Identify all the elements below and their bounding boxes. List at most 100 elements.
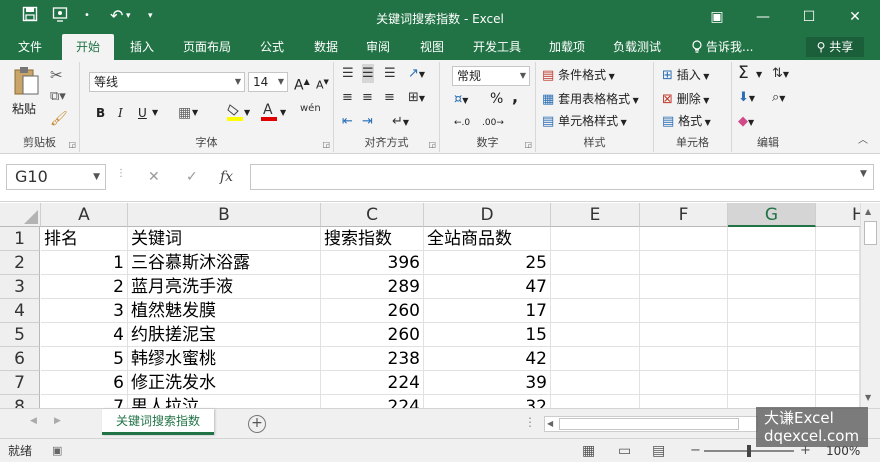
cell-a4[interactable]: 3 — [41, 299, 128, 323]
insert-function-icon[interactable]: fx — [220, 164, 233, 190]
cell-styles-button[interactable]: ▤ 单元格样式 ▼ — [542, 112, 627, 132]
macro-record-icon[interactable]: ▣ — [52, 439, 62, 463]
cut-icon[interactable]: ✂ — [50, 66, 63, 84]
merge-center-icon[interactable]: ⊞▼ — [408, 88, 425, 108]
grow-font-button[interactable]: A▲ — [294, 73, 310, 95]
cell-e2[interactable] — [551, 251, 640, 275]
phonetic-button[interactable]: wén — [300, 100, 321, 118]
zoom-slider-thumb[interactable] — [747, 445, 751, 457]
row-header-1[interactable]: 1 — [0, 227, 40, 251]
format-painter-icon[interactable]: 🖌 — [50, 110, 68, 128]
underline-button[interactable]: U — [138, 104, 147, 122]
tab-view[interactable]: 视图 — [412, 34, 452, 60]
cell-h4[interactable] — [816, 299, 860, 323]
clear-icon[interactable]: ◆▼ — [738, 112, 754, 132]
cancel-icon[interactable]: ✕ — [148, 164, 160, 190]
cell-a3[interactable]: 2 — [41, 275, 128, 299]
page-layout-view-icon[interactable]: ▭ — [618, 439, 631, 463]
cell-g7[interactable] — [728, 371, 816, 395]
close-button[interactable]: ✕ — [838, 6, 872, 28]
borders-dropdown-icon[interactable]: ▼ — [192, 104, 198, 122]
horizontal-scrollbar[interactable]: ◀ — [544, 416, 758, 432]
cell-c1[interactable]: 搜索指数 — [321, 227, 424, 251]
italic-button[interactable]: I — [118, 104, 123, 122]
font-launcher-icon[interactable]: ◲ — [322, 140, 330, 149]
cell-f8[interactable] — [640, 395, 728, 408]
cell-b5[interactable]: 约肤搓泥宝 — [128, 323, 321, 347]
sort-filter-icon[interactable]: ⇅▼ — [772, 64, 789, 84]
font-color-icon[interactable]: A — [260, 100, 278, 127]
autosum-dropdown-icon[interactable]: ▼ — [756, 66, 762, 84]
cell-d2[interactable]: 25 — [424, 251, 551, 275]
cell-a2[interactable]: 1 — [41, 251, 128, 275]
cell-e8[interactable] — [551, 395, 640, 408]
tab-split-grip-icon[interactable]: ⋮ — [524, 415, 536, 429]
align-bottom-icon[interactable]: ☰ — [384, 64, 396, 83]
fill-color-icon[interactable] — [226, 102, 244, 127]
cell-c2[interactable]: 396 — [321, 251, 424, 275]
align-left-icon[interactable]: ≡ — [342, 88, 353, 107]
share-button[interactable]: ⚲ 共享 — [806, 37, 864, 57]
cell-e3[interactable] — [551, 275, 640, 299]
col-header-h[interactable]: H — [816, 203, 860, 227]
cell-e1[interactable] — [551, 227, 640, 251]
cell-d6[interactable]: 42 — [424, 347, 551, 371]
cell-c5[interactable]: 260 — [321, 323, 424, 347]
select-all-corner[interactable] — [0, 203, 41, 227]
enter-icon[interactable]: ✓ — [186, 164, 198, 190]
cell-b1[interactable]: 关键词 — [128, 227, 321, 251]
shrink-font-button[interactable]: A▼ — [316, 73, 329, 95]
cell-f7[interactable] — [640, 371, 728, 395]
scroll-up-icon[interactable]: ▲ — [865, 207, 871, 216]
h-scroll-thumb[interactable] — [559, 418, 739, 430]
paste-icon[interactable] — [12, 66, 40, 101]
font-size-dropdown[interactable]: 14 ▼ — [248, 72, 288, 92]
col-header-a[interactable]: A — [41, 203, 128, 227]
cell-e4[interactable] — [551, 299, 640, 323]
font-color-dropdown-icon[interactable]: ▼ — [280, 104, 286, 122]
col-header-b[interactable]: B — [128, 203, 321, 227]
scroll-thumb[interactable] — [864, 221, 877, 245]
underline-dropdown-icon[interactable]: ▼ — [152, 104, 158, 122]
cell-h3[interactable] — [816, 275, 860, 299]
row-header-8[interactable]: 8 — [0, 395, 40, 408]
wrap-text-icon[interactable]: ↵▼ — [392, 112, 409, 132]
conditional-format-button[interactable]: ▤ 条件格式 ▼ — [542, 66, 615, 86]
row-header-5[interactable]: 5 — [0, 323, 40, 347]
cell-a6[interactable]: 5 — [41, 347, 128, 371]
cell-a8[interactable]: 7 — [41, 395, 128, 408]
number-launcher-icon[interactable]: ◲ — [524, 140, 532, 149]
cell-a5[interactable]: 4 — [41, 323, 128, 347]
cell-e5[interactable] — [551, 323, 640, 347]
format-as-table-button[interactable]: ▦ 套用表格格式 ▼ — [542, 90, 639, 110]
add-sheet-button[interactable]: + — [248, 415, 266, 433]
cell-h7[interactable] — [816, 371, 860, 395]
cell-e6[interactable] — [551, 347, 640, 371]
tab-home[interactable]: 开始 — [62, 34, 114, 60]
orientation-icon[interactable]: ↗▼ — [408, 64, 425, 84]
tab-load-test[interactable]: 负载测试 — [606, 34, 668, 60]
cell-h6[interactable] — [816, 347, 860, 371]
decrease-indent-icon[interactable]: ⇤ — [342, 112, 353, 131]
tab-page-layout[interactable]: 页面布局 — [176, 34, 238, 60]
align-right-icon[interactable]: ≡ — [384, 88, 395, 107]
fill-icon[interactable]: ⬇▼ — [738, 88, 755, 108]
cell-h1[interactable] — [816, 227, 860, 251]
align-center-icon[interactable]: ≡ — [362, 88, 373, 107]
cell-b3[interactable]: 蓝月亮洗手液 — [128, 275, 321, 299]
page-break-view-icon[interactable]: ▤ — [652, 439, 665, 463]
col-header-g[interactable]: G — [728, 203, 816, 227]
cell-a7[interactable]: 6 — [41, 371, 128, 395]
cell-g3[interactable] — [728, 275, 816, 299]
delete-cells-button[interactable]: ⊠ 删除 ▼ — [662, 90, 709, 110]
row-header-7[interactable]: 7 — [0, 371, 40, 395]
row-header-3[interactable]: 3 — [0, 275, 40, 299]
cell-c7[interactable]: 224 — [321, 371, 424, 395]
comma-button[interactable]: , — [512, 88, 518, 106]
increase-indent-icon[interactable]: ⇥ — [362, 112, 373, 131]
tab-file[interactable]: 文件 — [8, 34, 52, 60]
zoom-out-icon[interactable]: − — [690, 439, 701, 463]
cell-f4[interactable] — [640, 299, 728, 323]
cell-f1[interactable] — [640, 227, 728, 251]
scroll-left-icon[interactable]: ◀ — [547, 417, 553, 431]
